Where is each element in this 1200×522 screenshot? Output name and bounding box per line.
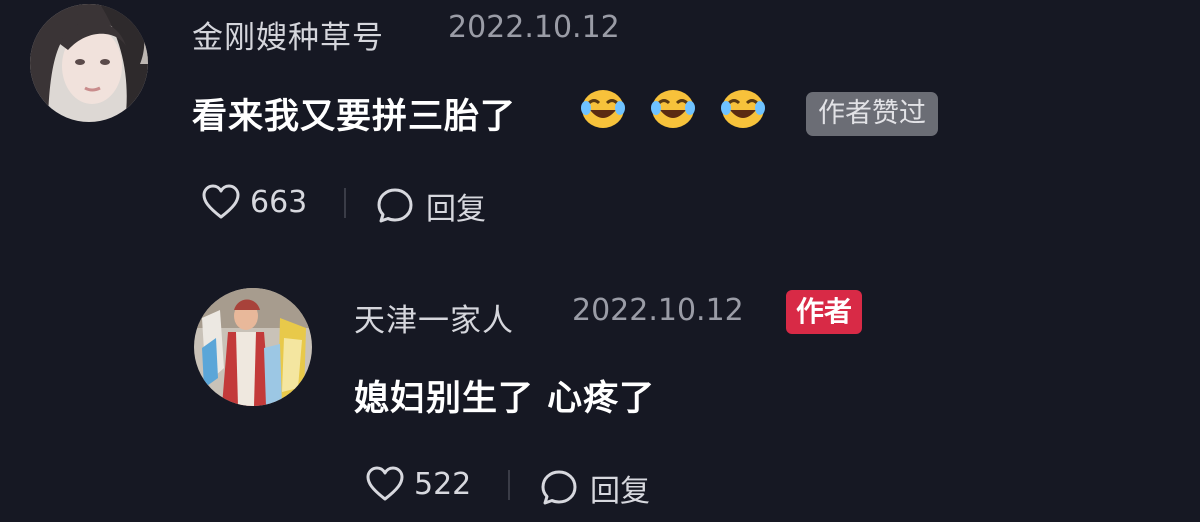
like-count: 522 — [414, 466, 472, 502]
action-divider — [508, 470, 510, 500]
author-liked-badge: 作者赞过 — [806, 92, 938, 136]
avatar[interactable] — [30, 4, 148, 122]
like-button[interactable]: 663 — [202, 184, 307, 220]
comment-text: 媳妇别生了 心疼了 — [354, 379, 656, 419]
comment-bubble-icon — [541, 470, 577, 505]
like-count: 663 — [250, 184, 308, 220]
laughing-tears-emoji — [721, 90, 765, 128]
comment-date: 2022.10.12 — [448, 10, 620, 45]
reply-label: 回复 — [590, 474, 650, 509]
comment-bubble-icon — [377, 188, 413, 223]
reply-button[interactable]: 回复 — [376, 184, 486, 228]
laughing-tears-emoji — [581, 90, 625, 128]
comment-text: 看来我又要拼三胎了 — [192, 97, 517, 137]
action-divider — [344, 188, 346, 218]
like-button[interactable]: 522 — [366, 466, 471, 502]
comment-date: 2022.10.12 — [572, 293, 744, 328]
heart-icon — [202, 184, 240, 219]
username[interactable]: 天津一家人 — [354, 295, 514, 340]
avatar-photo — [194, 288, 312, 406]
author-badge: 作者 — [786, 290, 863, 334]
avatar[interactable] — [194, 288, 312, 406]
laughing-tears-emoji — [651, 90, 695, 128]
avatar-photo — [30, 4, 148, 122]
reply-label: 回复 — [426, 192, 486, 227]
reply-button[interactable]: 回复 — [540, 466, 650, 510]
heart-icon — [366, 466, 404, 501]
username[interactable]: 金刚嫂种草号 — [192, 12, 384, 57]
